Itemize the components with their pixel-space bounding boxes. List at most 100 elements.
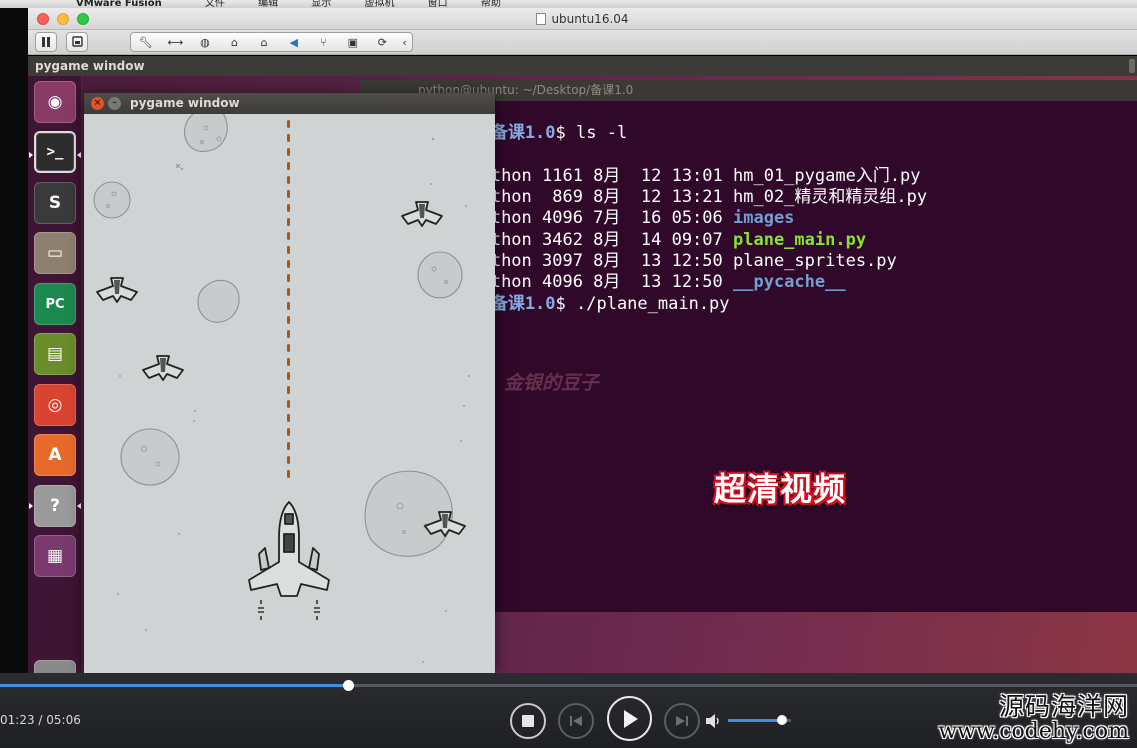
menubar-item-window[interactable]: 窗口 [428, 0, 448, 8]
workspace-switcher-icon[interactable]: ▦ [34, 535, 76, 577]
ls-filename: plane_main.py [733, 229, 867, 250]
previous-button[interactable] [558, 703, 594, 739]
menubar-item-vm[interactable]: 虚拟机 [364, 0, 394, 8]
hero-plane [248, 501, 330, 620]
game-canvas[interactable] [84, 114, 495, 673]
play-button[interactable] [607, 696, 652, 741]
bullet [287, 134, 290, 142]
pause-icon [42, 37, 50, 47]
seek-handle[interactable] [343, 680, 355, 691]
focus-indicator [77, 152, 81, 158]
refresh-icon[interactable]: ⟳ [368, 36, 398, 49]
bullet [287, 330, 290, 338]
enemy-plane [142, 355, 184, 381]
bullet [287, 400, 290, 408]
lock-icon[interactable]: ⌂ [249, 36, 279, 49]
menubar-item-view[interactable]: 显示 [311, 0, 331, 8]
watermark-text: 金银的豆子 [504, 372, 600, 394]
vm-device-toolbar: 🔧︎ ⟷ ◍ ⌂ ⌂ ◀︎ ⑂ ▣ ⟳ ‹ [130, 32, 413, 52]
menubar-item-help[interactable]: 帮助 [481, 0, 501, 8]
trash-icon[interactable] [34, 660, 76, 673]
menubar-item-file[interactable]: 文件 [205, 0, 225, 8]
scrollbar[interactable] [1129, 59, 1135, 73]
bullet [287, 218, 290, 226]
mac-menubar: VMware Fusion 文件 编辑 显示 虚拟机 窗口 帮助 [0, 0, 1137, 8]
ubuntu-top-bar: pygame window [28, 56, 1137, 76]
ls-filename: images [733, 208, 795, 229]
menubar-app-name[interactable]: VMware Fusion [76, 0, 162, 8]
timecode: 01:23 / 05:06 [0, 713, 81, 727]
bullet-trail [287, 120, 290, 478]
wrench-icon[interactable]: 🔧︎ [131, 36, 161, 49]
vm-title: ubuntu16.04 [28, 12, 1137, 26]
promo-caption: 超清视频 [714, 470, 847, 508]
bullet [287, 204, 290, 212]
volume-button[interactable] [706, 713, 722, 732]
close-icon: × [93, 98, 102, 108]
skip-back-icon [570, 716, 582, 726]
site-url: www.codehy.com [938, 719, 1129, 744]
asteroid [93, 114, 463, 557]
stop-icon [522, 715, 534, 727]
volume-icon [706, 714, 719, 728]
disk-icon[interactable]: ▣ [338, 36, 368, 49]
unity-launcher: ◉ >_ S ▭ PC ▤ ◎ A? ▦ [28, 76, 82, 673]
pycharm-icon[interactable]: PC [34, 283, 76, 325]
volume-icon[interactable]: ◀︎ [279, 36, 309, 49]
terminal-icon[interactable]: >_ [34, 131, 76, 173]
ubuntu-desktop: pygame window ◉ >_ S ▭ PC ▤ ◎ A? ▦ python@ubuntu… [28, 56, 1137, 673]
bullet [287, 148, 290, 156]
bullet [287, 274, 290, 282]
play-icon [623, 709, 638, 728]
bullet [287, 120, 290, 128]
ubuntu-dash-icon[interactable]: ◉ [34, 81, 76, 123]
vm-titlebar: ubuntu16.04 [28, 8, 1137, 30]
skip-forward-icon [676, 716, 688, 726]
stop-button[interactable] [510, 703, 546, 739]
software-center-icon[interactable]: A [34, 434, 76, 476]
volume-handle[interactable] [776, 715, 787, 725]
bullet [287, 190, 290, 198]
pygame-titlebar: × – pygame window [84, 93, 495, 114]
vm-title-text: ubuntu16.04 [551, 12, 629, 26]
enemy-plane [401, 201, 443, 227]
next-button[interactable] [664, 703, 700, 739]
bullet [287, 470, 290, 478]
network-icon[interactable]: ⟷ [161, 36, 191, 49]
bullet [287, 414, 290, 422]
minimize-button[interactable]: – [108, 97, 121, 110]
vm-toolbar: 🔧︎ ⟷ ◍ ⌂ ⌂ ◀︎ ⑂ ▣ ⟳ ‹ [28, 30, 1137, 55]
bullet [287, 246, 290, 254]
snapshot-button[interactable] [66, 32, 88, 52]
video-player-controls: 01:23 / 05:06 源码海洋网 www.codehy.com [0, 673, 1137, 748]
close-button[interactable]: × [91, 97, 104, 110]
pygame-window[interactable]: × – pygame window [84, 93, 495, 673]
ls-filename: plane_sprites.py [733, 251, 897, 272]
bullet [287, 260, 290, 268]
books-icon[interactable]: ▤ [34, 333, 76, 375]
bullet [287, 162, 290, 170]
bullet [287, 358, 290, 366]
bullet [287, 176, 290, 184]
snapshot-icon [71, 36, 83, 47]
bullet [287, 316, 290, 324]
pause-button[interactable] [35, 32, 57, 52]
desktop-left-edge [0, 8, 28, 673]
bullet [287, 288, 290, 296]
lock-icon[interactable]: ⌂ [220, 36, 250, 49]
focus-indicator [77, 503, 81, 509]
command: $ ls -l [555, 123, 628, 144]
enemy-plane [96, 277, 138, 303]
ls-filename: hm_01_pygame入门.py [733, 165, 921, 186]
sublime-text-icon[interactable]: S [34, 182, 76, 224]
cd-icon[interactable]: ◍ [190, 36, 220, 49]
seek-progress [0, 684, 349, 687]
menubar-item-edit[interactable]: 编辑 [258, 0, 278, 8]
chevron-left-icon[interactable]: ‹ [397, 36, 412, 49]
site-name: 源码海洋网 [998, 692, 1129, 721]
help-icon[interactable]: ? [34, 485, 76, 527]
files-icon[interactable]: ▭ [34, 232, 76, 274]
chrome-icon[interactable]: ◎ [34, 384, 76, 426]
bullet [287, 302, 290, 310]
usb-icon[interactable]: ⑂ [308, 36, 338, 49]
